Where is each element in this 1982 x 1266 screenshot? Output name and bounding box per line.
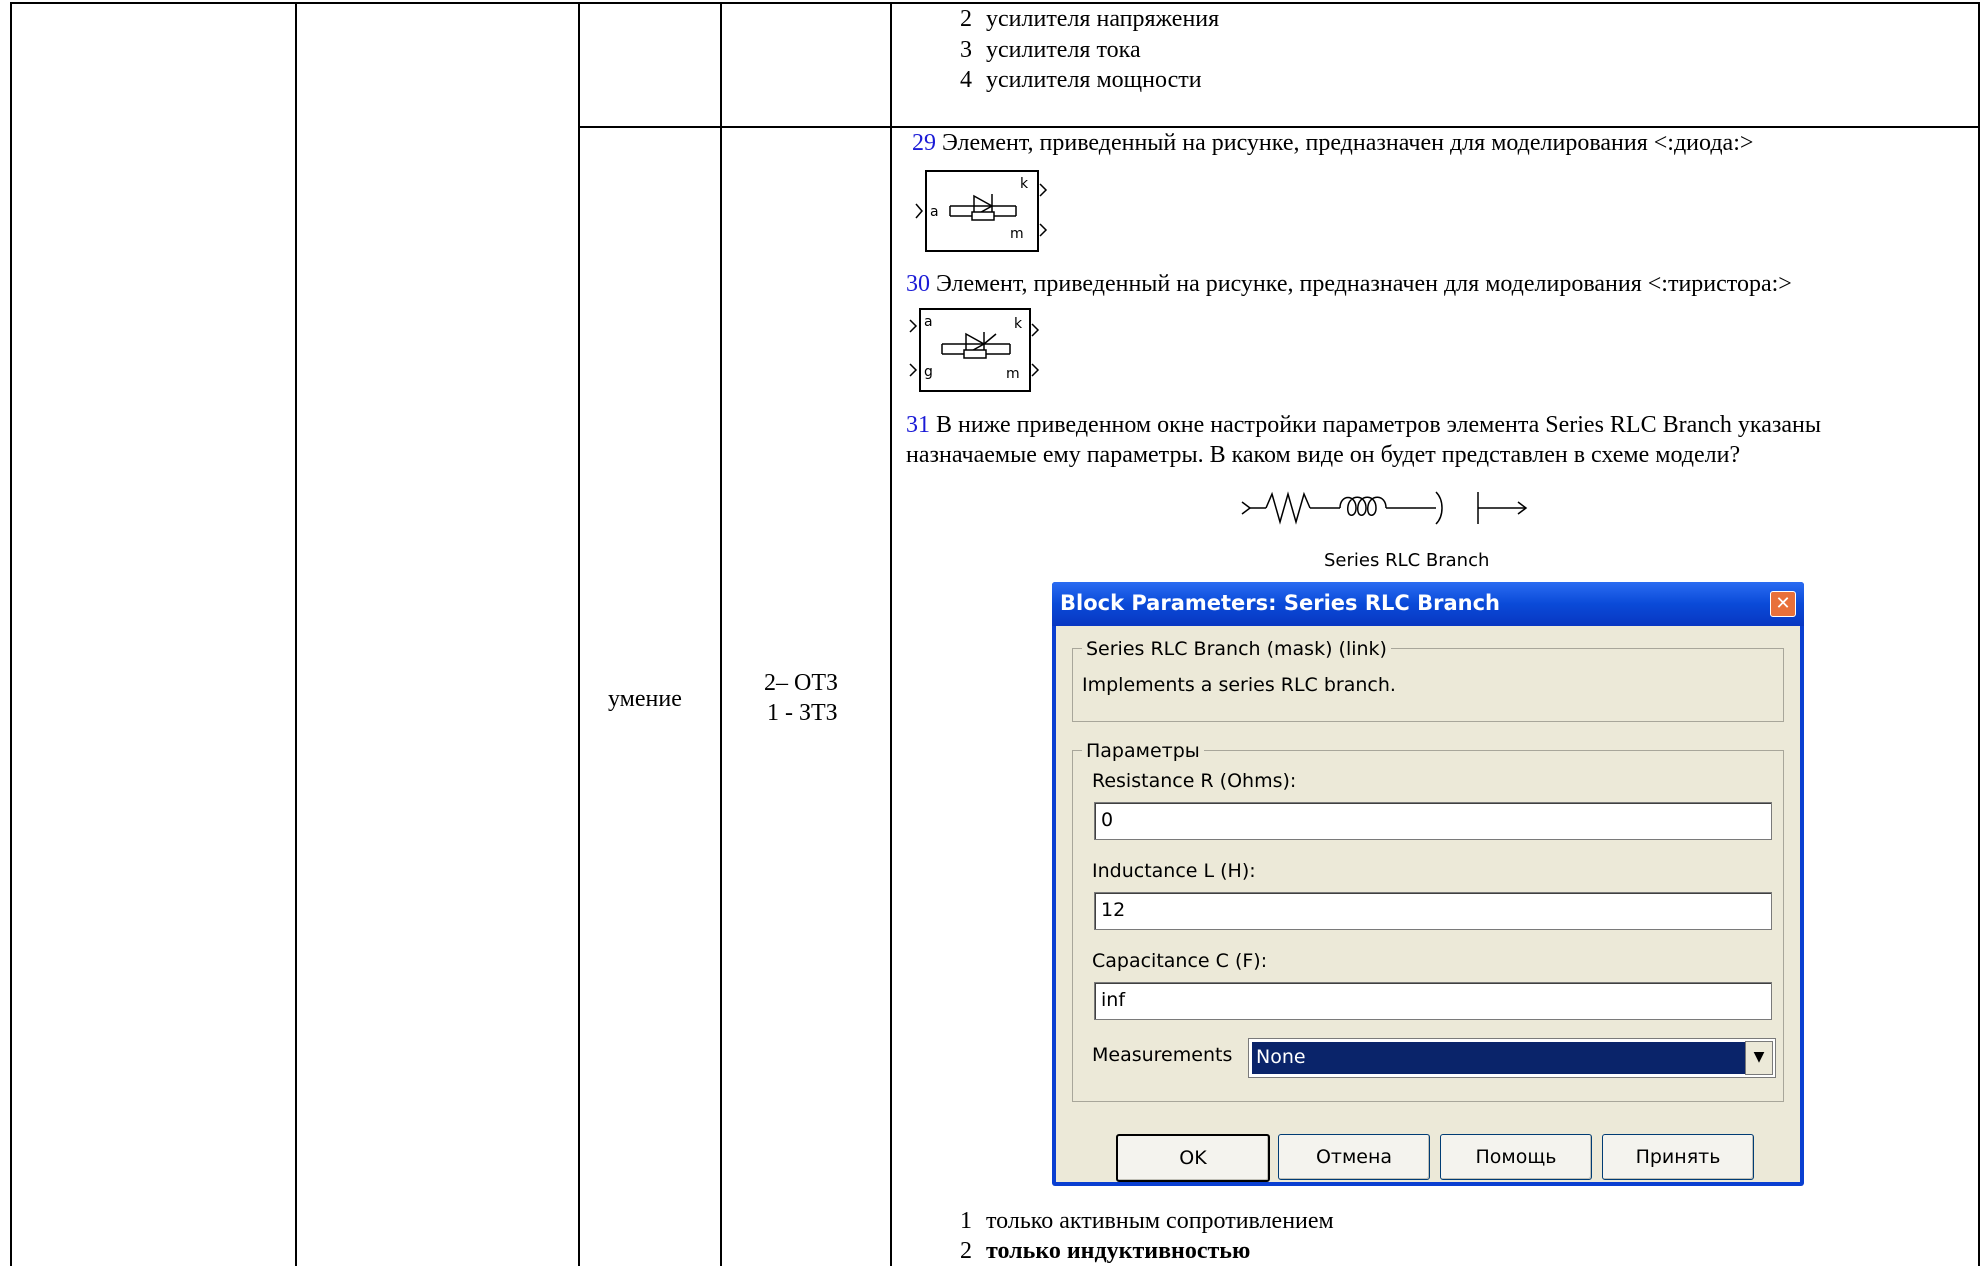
question-number: 29 xyxy=(912,130,936,156)
chevron-down-icon[interactable]: ▼ xyxy=(1745,1041,1773,1075)
question-number: 31 xyxy=(906,412,930,438)
port-k-label: k xyxy=(1014,316,1023,332)
answer-item-correct: 2 только индуктивностью xyxy=(960,1238,1250,1265)
task-type-line1: 2– ОТЗ xyxy=(764,670,839,696)
port-g-label: g xyxy=(924,364,933,380)
resistance-field[interactable]: 0 xyxy=(1094,802,1772,840)
mask-description: Implements a series RLC branch. xyxy=(1082,674,1396,696)
ok-button[interactable]: OK xyxy=(1116,1134,1270,1182)
option-item: 2 усилителя напряжения xyxy=(960,6,1219,33)
apply-button[interactable]: Принять xyxy=(1602,1134,1754,1180)
thyristor-block-icon: a g k m xyxy=(909,308,1040,392)
inductance-label: Inductance L (H): xyxy=(1092,860,1256,882)
inductance-field[interactable]: 12 xyxy=(1094,892,1772,930)
table-col-divider xyxy=(578,2,580,1266)
answer-text: только индуктивностью xyxy=(986,1238,1251,1264)
dialog-body: Series RLC Branch (mask) (link) Implemen… xyxy=(1056,626,1800,1182)
port-a-label: a xyxy=(924,314,933,330)
option-item: 3 усилителя тока xyxy=(960,37,1141,64)
inductance-value: 12 xyxy=(1101,899,1126,921)
capacitance-value: inf xyxy=(1101,989,1126,1011)
parameters-group-label: Параметры xyxy=(1082,740,1204,762)
question-text: В ниже приведенном окне настройки параме… xyxy=(930,412,1821,438)
answer-text: только активным сопротивлением xyxy=(986,1208,1334,1234)
option-number: 4 xyxy=(960,67,972,93)
rlc-branch-symbol-icon xyxy=(1241,491,1528,525)
option-number: 3 xyxy=(960,37,972,63)
port-a-label: a xyxy=(930,204,939,220)
option-item: 4 усилителя мощности xyxy=(960,67,1202,94)
question-text: Элемент, приведенный на рисунке, предназ… xyxy=(936,130,1754,156)
skill-cell: умение xyxy=(608,686,682,712)
option-text: усилителя тока xyxy=(986,37,1141,63)
table-col-divider xyxy=(720,2,722,1266)
answer-number: 1 xyxy=(960,1208,972,1234)
task-type-line2: 1 - ЗТЗ xyxy=(767,700,838,726)
capacitance-label: Capacitance C (F): xyxy=(1092,950,1268,972)
question-31-line2: назначаемые ему параметры. В каком виде … xyxy=(906,442,1741,468)
help-button[interactable]: Помощь xyxy=(1440,1134,1592,1180)
resistance-label: Resistance R (Ohms): xyxy=(1092,770,1297,792)
port-k-label: k xyxy=(1020,176,1029,192)
resistance-value: 0 xyxy=(1101,809,1114,831)
table-border-left xyxy=(10,2,12,1266)
answer-item: 1 только активным сопротивлением xyxy=(960,1208,1334,1235)
cancel-button[interactable]: Отмена xyxy=(1278,1134,1430,1180)
measurements-select[interactable]: None ▼ xyxy=(1248,1038,1776,1078)
question-29: 29 Элемент, приведенный на рисунке, пред… xyxy=(912,130,1753,157)
answer-number: 2 xyxy=(960,1238,972,1264)
measurements-value: None xyxy=(1251,1041,1746,1075)
question-number: 30 xyxy=(906,271,930,297)
block-parameters-dialog: Block Parameters: Series RLC Branch ✕ Se… xyxy=(1052,582,1804,1186)
port-m-label: m xyxy=(1010,226,1024,242)
mask-group-label: Series RLC Branch (mask) (link) xyxy=(1082,638,1391,660)
table-col-divider xyxy=(890,2,892,1266)
rlc-branch-label: Series RLC Branch xyxy=(1324,550,1490,571)
table-border-top xyxy=(10,2,1980,4)
table-col-divider xyxy=(295,2,297,1266)
question-30: 30 Элемент, приведенный на рисунке, пред… xyxy=(906,271,1792,298)
option-number: 2 xyxy=(960,6,972,32)
capacitance-field[interactable]: inf xyxy=(1094,982,1772,1020)
table-row-divider xyxy=(578,126,1980,128)
port-m-label: m xyxy=(1006,366,1020,382)
option-text: усилителя мощности xyxy=(986,67,1202,93)
question-31: 31 В ниже приведенном окне настройки пар… xyxy=(906,412,1821,439)
question-text: Элемент, приведенный на рисунке, предназ… xyxy=(930,271,1792,297)
dialog-title-bar[interactable]: Block Parameters: Series RLC Branch ✕ xyxy=(1052,582,1804,626)
dialog-title: Block Parameters: Series RLC Branch xyxy=(1060,591,1500,615)
diode-block-icon: a k m xyxy=(915,170,1048,252)
close-icon[interactable]: ✕ xyxy=(1770,591,1796,617)
table-border-right xyxy=(1978,2,1980,1266)
measurements-label: Measurements xyxy=(1092,1044,1233,1066)
option-text: усилителя напряжения xyxy=(986,6,1220,32)
